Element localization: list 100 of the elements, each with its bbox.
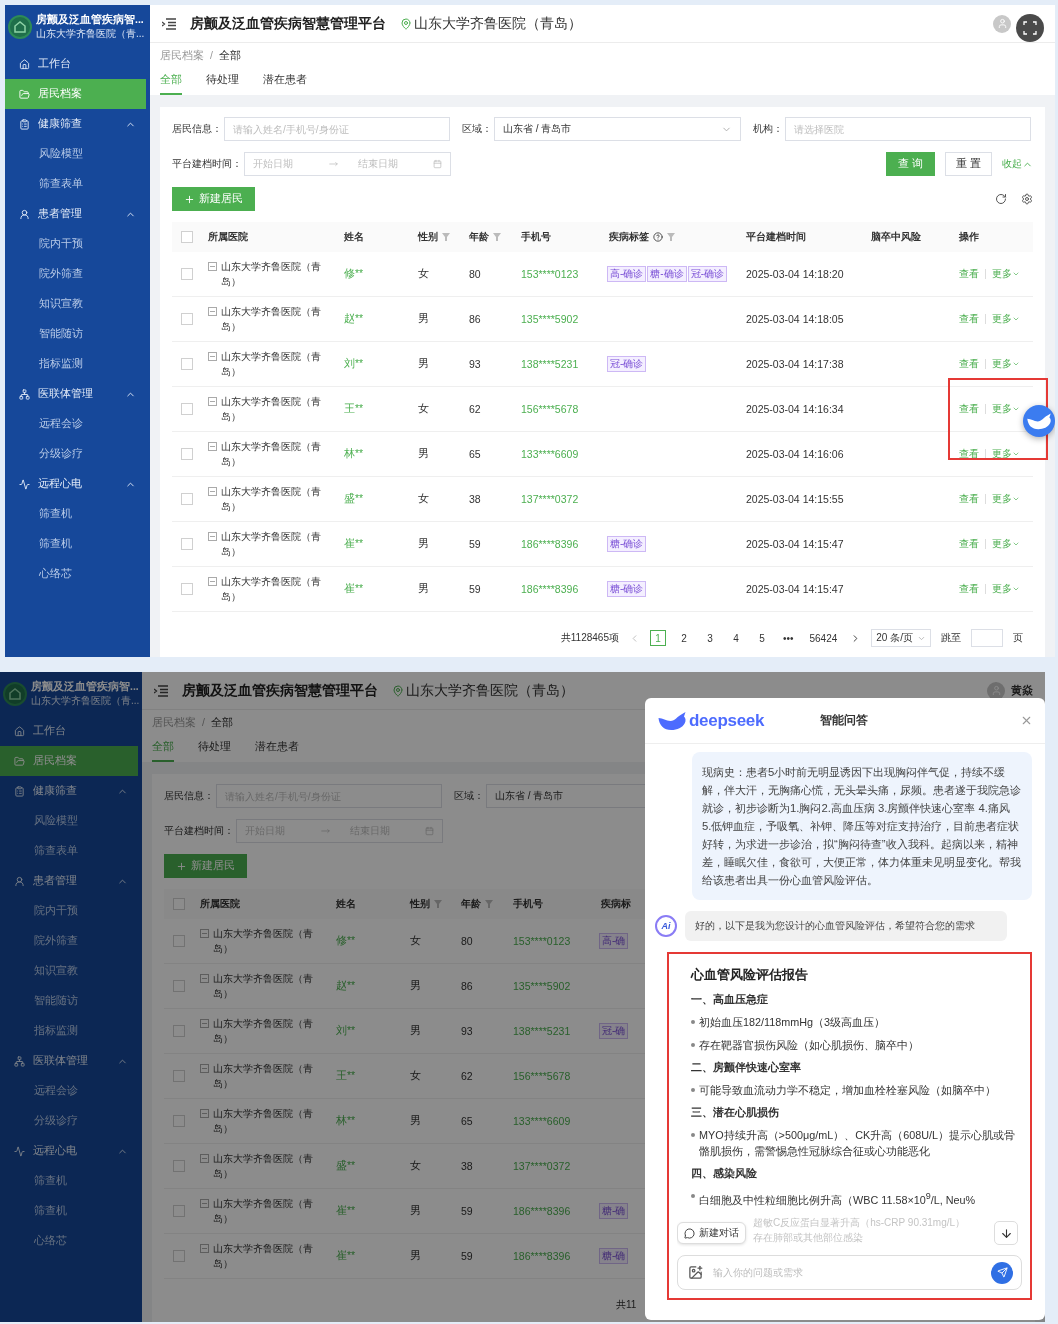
- chat-input[interactable]: 输入你的问题或需求: [711, 1266, 983, 1279]
- refresh-icon[interactable]: [995, 193, 1007, 205]
- tab[interactable]: 待处理: [206, 69, 239, 95]
- checkbox[interactable]: [181, 583, 193, 595]
- sidebar-item[interactable]: 远程心电: [5, 469, 146, 499]
- checkbox[interactable]: [173, 1250, 185, 1262]
- menu-icon[interactable]: [154, 684, 168, 697]
- checkbox[interactable]: [173, 898, 185, 910]
- sidebar-item[interactable]: 远程心电: [0, 1136, 138, 1166]
- tab[interactable]: 潜在患者: [263, 69, 307, 95]
- checkbox[interactable]: [181, 403, 193, 415]
- more-link[interactable]: 更多: [992, 492, 1020, 506]
- checkbox[interactable]: [173, 1160, 185, 1172]
- new-resident-button[interactable]: 新建居民: [164, 854, 247, 878]
- view-link[interactable]: 查看: [959, 402, 979, 416]
- sidebar-item[interactable]: 工作台: [5, 49, 146, 79]
- checkbox[interactable]: [181, 231, 193, 243]
- sidebar-item[interactable]: 工作台: [0, 716, 138, 746]
- sidebar-subitem[interactable]: 知识宣教: [0, 956, 138, 986]
- sidebar-subitem[interactable]: 筛查机: [0, 1166, 138, 1196]
- close-button[interactable]: [1020, 714, 1033, 727]
- more-link[interactable]: 更多: [992, 582, 1020, 596]
- sidebar-item[interactable]: 医联体管理: [0, 1046, 138, 1076]
- checkbox[interactable]: [181, 448, 193, 460]
- sidebar-item[interactable]: 患者管理: [5, 199, 146, 229]
- sidebar-subitem[interactable]: 心络芯: [0, 1226, 138, 1256]
- new-chat-button[interactable]: 新建对话: [677, 1222, 746, 1244]
- sidebar-subitem[interactable]: 筛查机: [5, 499, 146, 529]
- sidebar-subitem[interactable]: 风险模型: [5, 139, 146, 169]
- view-link[interactable]: 查看: [959, 492, 979, 506]
- sidebar-subitem[interactable]: 院外筛查: [0, 926, 138, 956]
- sidebar-subitem[interactable]: 筛查表单: [5, 169, 146, 199]
- checkbox[interactable]: [181, 358, 193, 370]
- sidebar-subitem[interactable]: 筛查表单: [0, 836, 138, 866]
- sidebar-subitem[interactable]: 知识宣教: [5, 289, 146, 319]
- avatar-icon[interactable]: [987, 681, 1005, 700]
- sidebar-subitem[interactable]: 分级诊疗: [0, 1106, 138, 1136]
- send-button[interactable]: [991, 1261, 1013, 1284]
- sidebar-item[interactable]: 健康筛查: [5, 109, 146, 139]
- image-upload-icon[interactable]: [688, 1265, 703, 1280]
- checkbox[interactable]: [181, 313, 193, 325]
- field-label: 区域：: [454, 789, 484, 803]
- menu-icon[interactable]: [162, 17, 176, 30]
- page-size-select[interactable]: 20 条/页: [871, 629, 931, 647]
- sidebar-subitem[interactable]: 筛查机: [5, 529, 146, 559]
- checkbox[interactable]: [173, 935, 185, 947]
- sidebar-subitem[interactable]: 院外筛查: [5, 259, 146, 289]
- sidebar-subitem[interactable]: 远程会诊: [5, 409, 146, 439]
- settings-icon[interactable]: [1021, 193, 1033, 205]
- reset-button[interactable]: 重 置: [945, 152, 992, 176]
- more-link[interactable]: 更多: [992, 357, 1020, 371]
- more-link[interactable]: 更多: [992, 312, 1020, 326]
- view-link[interactable]: 查看: [959, 447, 979, 461]
- sidebar-subitem[interactable]: 筛查机: [0, 1196, 138, 1226]
- view-link[interactable]: 查看: [959, 537, 979, 551]
- view-link[interactable]: 查看: [959, 357, 979, 371]
- sidebar-item[interactable]: 患者管理: [0, 866, 138, 896]
- sidebar-subitem[interactable]: 分级诊疗: [5, 439, 146, 469]
- tab[interactable]: 潜在患者: [255, 736, 299, 762]
- view-link[interactable]: 查看: [959, 312, 979, 326]
- view-link[interactable]: 查看: [959, 582, 979, 596]
- tab[interactable]: 待处理: [198, 736, 231, 762]
- tab[interactable]: 全部: [160, 69, 182, 95]
- page-input[interactable]: [971, 629, 1003, 647]
- more-link[interactable]: 更多: [992, 447, 1020, 461]
- sidebar-subitem[interactable]: 指标监测: [0, 1016, 138, 1046]
- scroll-down-button[interactable]: [994, 1221, 1018, 1245]
- sidebar-subitem[interactable]: 院内干预: [5, 229, 146, 259]
- sidebar-subitem[interactable]: 智能随访: [0, 986, 138, 1016]
- sidebar-subitem[interactable]: 指标监测: [5, 349, 146, 379]
- tab[interactable]: 全部: [152, 736, 174, 762]
- more-link[interactable]: 更多: [992, 402, 1020, 416]
- sidebar-item[interactable]: 居民档案: [0, 746, 138, 776]
- breadcrumb-item[interactable]: 居民档案: [160, 49, 204, 63]
- checkbox[interactable]: [173, 980, 185, 992]
- assistant-button[interactable]: [1023, 405, 1055, 437]
- sidebar-subitem[interactable]: 远程会诊: [0, 1076, 138, 1106]
- checkbox[interactable]: [181, 493, 193, 505]
- sidebar-subitem[interactable]: 风险模型: [0, 806, 138, 836]
- more-link[interactable]: 更多: [992, 537, 1020, 551]
- collapse-link[interactable]: 收起: [1002, 157, 1033, 171]
- sidebar-item[interactable]: 医联体管理: [5, 379, 146, 409]
- page-button[interactable]: 1: [650, 630, 666, 646]
- sidebar-item[interactable]: 居民档案: [5, 79, 146, 109]
- checkbox[interactable]: [181, 538, 193, 550]
- query-button[interactable]: 查 询: [886, 152, 936, 176]
- new-resident-button[interactable]: 新建居民: [172, 187, 255, 211]
- chat-input-box[interactable]: 输入你的问题或需求: [677, 1255, 1022, 1290]
- more-link[interactable]: 更多: [992, 267, 1020, 281]
- sidebar-subitem[interactable]: 智能随访: [5, 319, 146, 349]
- checkbox[interactable]: [173, 1115, 185, 1127]
- sidebar-item[interactable]: 健康筛查: [0, 776, 138, 806]
- view-link[interactable]: 查看: [959, 267, 979, 281]
- sidebar-subitem[interactable]: 心络芯: [5, 559, 146, 589]
- region-select[interactable]: 山东省 / 青岛市: [494, 117, 741, 141]
- checkbox[interactable]: [173, 1205, 185, 1217]
- sidebar-subitem[interactable]: 院内干预: [0, 896, 138, 926]
- checkbox[interactable]: [173, 1025, 185, 1037]
- checkbox[interactable]: [173, 1070, 185, 1082]
- checkbox[interactable]: [181, 268, 193, 280]
